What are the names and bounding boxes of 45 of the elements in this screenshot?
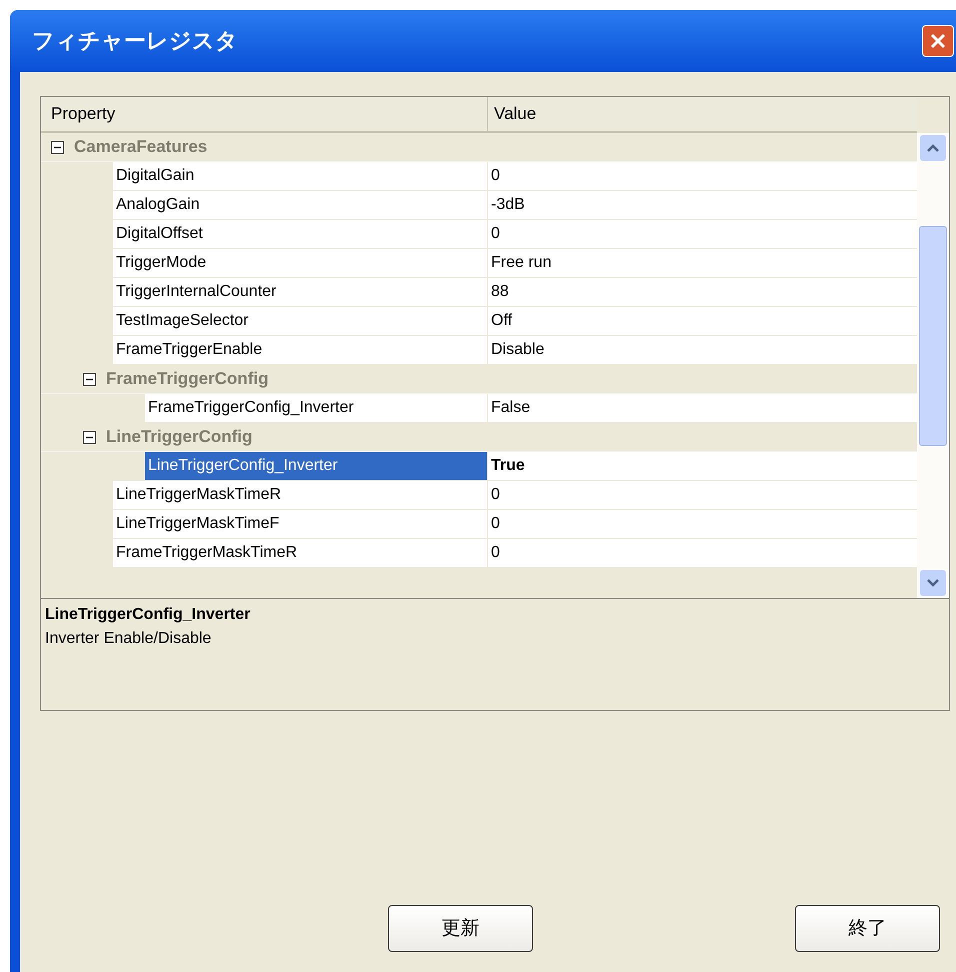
property-value[interactable]: Free run <box>488 249 917 277</box>
property-name[interactable]: LineTriggerConfig_Inverter <box>145 452 488 480</box>
collapse-icon[interactable] <box>83 430 96 444</box>
close-button[interactable] <box>922 25 954 57</box>
scrollbar[interactable] <box>917 133 949 598</box>
property-value[interactable]: 0 <box>488 481 917 509</box>
property-name[interactable]: DigitalGain <box>113 162 488 190</box>
scroll-thumb[interactable] <box>919 226 947 446</box>
property-value[interactable]: Disable <box>488 336 917 364</box>
property-value[interactable]: 0 <box>488 539 917 567</box>
property-name[interactable]: TestImageSelector <box>113 307 488 335</box>
category-label: LineTriggerConfig <box>106 426 252 448</box>
description-text: Inverter Enable/Disable <box>45 629 212 649</box>
column-header[interactable]: Property <box>41 97 488 131</box>
scroll-up-button[interactable] <box>920 135 946 161</box>
property-value[interactable]: False <box>488 394 917 422</box>
property-name[interactable]: TriggerInternalCounter <box>113 278 488 306</box>
property-name[interactable]: FrameTriggerEnable <box>113 336 488 364</box>
description-title: LineTriggerConfig_Inverter <box>45 605 250 625</box>
dialog-button[interactable]: 更新 <box>388 905 533 952</box>
chevron-down-icon <box>927 579 939 587</box>
property-name[interactable]: FrameTriggerConfig_Inverter <box>145 394 488 422</box>
close-icon <box>929 32 947 50</box>
category-label: FrameTriggerConfig <box>106 368 268 390</box>
property-name[interactable]: TriggerMode <box>113 249 488 277</box>
property-value[interactable]: -3dB <box>488 191 917 219</box>
category-label: CameraFeatures <box>74 136 208 158</box>
scroll-down-button[interactable] <box>920 570 946 596</box>
property-value[interactable]: 0 <box>488 510 917 538</box>
property-name[interactable]: LineTriggerMaskTimeF <box>113 510 488 538</box>
property-name[interactable]: AnalogGain <box>113 191 488 219</box>
property-name[interactable]: LineTriggerMaskTimeR <box>113 481 488 509</box>
property-value[interactable]: 88 <box>488 278 917 306</box>
property-value[interactable]: 0 <box>488 162 917 190</box>
property-value[interactable]: Off <box>488 307 917 335</box>
window-title: フィチャーレジスタ <box>32 28 238 56</box>
collapse-icon[interactable] <box>83 372 96 386</box>
dialog-button[interactable]: 終了 <box>795 905 940 952</box>
property-name[interactable]: FrameTriggerMaskTimeR <box>113 539 488 567</box>
property-value[interactable]: True <box>488 452 917 480</box>
property-value[interactable]: 0 <box>488 220 917 248</box>
column-header[interactable]: Value <box>488 97 917 131</box>
property-name[interactable]: DigitalOffset <box>113 220 488 248</box>
chevron-up-icon <box>927 144 939 152</box>
collapse-icon[interactable] <box>51 140 64 154</box>
